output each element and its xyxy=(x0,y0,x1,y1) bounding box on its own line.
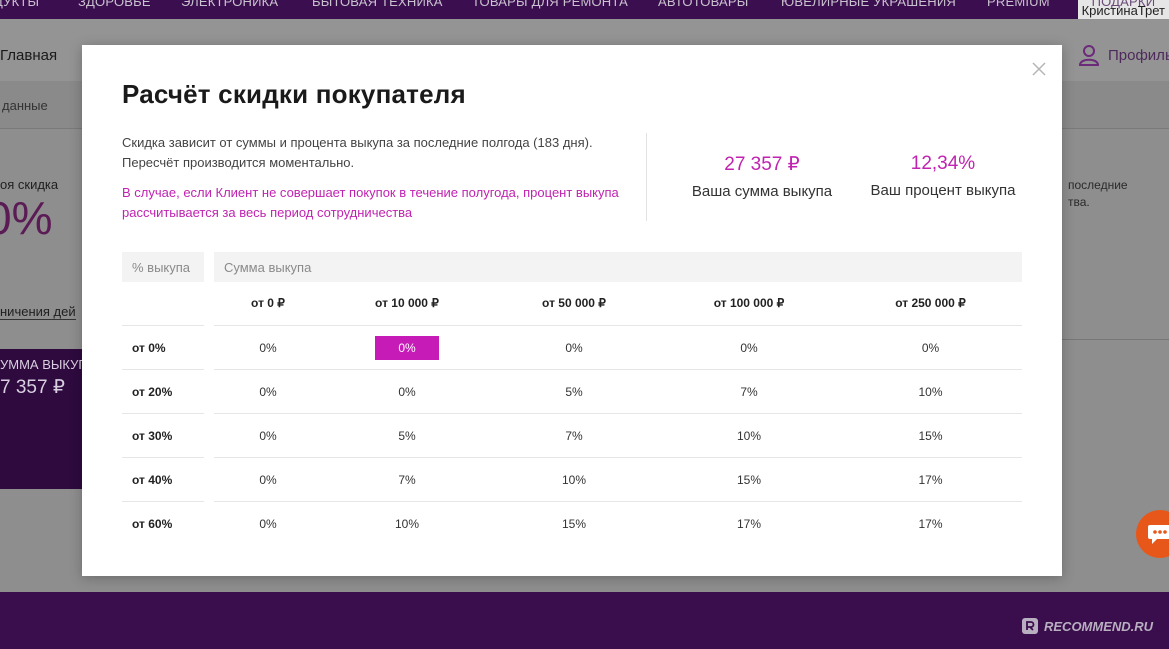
user-name: КристинаТрет xyxy=(1081,3,1165,18)
column-header: от 100 000 ₽ xyxy=(713,296,785,310)
row-divider xyxy=(214,413,1022,414)
row-header: от 20% xyxy=(132,385,173,399)
table-cell: 0% xyxy=(740,341,758,355)
profile-link[interactable]: Профиль xyxy=(1078,44,1169,66)
table-cell: 7% xyxy=(740,385,758,399)
row-divider xyxy=(214,457,1022,458)
table-cell: 0% xyxy=(259,517,277,531)
table-cell: 0% xyxy=(398,385,416,399)
discount-calculation-modal: Расчёт скидки покупателя Скидка зависит … xyxy=(82,45,1062,576)
user-name-tag: ПОДАРКИ КристинаТрет xyxy=(1077,0,1169,19)
close-icon xyxy=(1032,62,1046,76)
modal-description: Скидка зависит от суммы и процента выкуп… xyxy=(122,135,593,170)
table-cell: 0% xyxy=(259,341,277,355)
row-divider xyxy=(122,369,204,370)
table-cell: 10% xyxy=(561,473,587,487)
purchase-sum-value: 7 357 ₽ xyxy=(0,377,65,398)
purchase-percent-value: 12,34% xyxy=(910,153,976,174)
recommend-logo-icon xyxy=(1022,618,1038,634)
nav-category[interactable]: БЫТОВАЯ ТЕХНИКА xyxy=(312,0,443,9)
row-divider xyxy=(214,325,1022,326)
row-divider xyxy=(214,501,1022,502)
nav-category[interactable]: PREMIUM xyxy=(987,0,1050,9)
my-discount-value: 0% xyxy=(0,192,53,244)
column-header: от 0 ₽ xyxy=(251,296,285,310)
nav-category[interactable]: ЮВЕЛИРНЫЕ УКРАШЕНИЯ xyxy=(781,0,956,9)
table-cell: 7% xyxy=(398,473,416,487)
my-discount-label: оя скидка xyxy=(0,177,59,192)
column-header: от 10 000 ₽ xyxy=(375,296,439,310)
right-info-strip: последние тва. xyxy=(1062,159,1169,489)
table-cell: 0% xyxy=(921,341,940,355)
row-header: от 40% xyxy=(132,473,173,487)
row-divider xyxy=(122,325,204,326)
personal-data-link[interactable]: данные xyxy=(2,98,48,113)
table-cell: 15% xyxy=(736,473,762,487)
table-cell: 0% xyxy=(259,429,277,443)
watermark: RECOMMEND.RU xyxy=(1020,616,1153,636)
table-header-sum: Сумма выкупа xyxy=(214,252,1022,282)
row-header: от 0% xyxy=(132,341,166,355)
table-cell-highlighted: 0% xyxy=(375,336,439,360)
chat-icon xyxy=(1148,525,1169,544)
table-cell: 0% xyxy=(259,473,277,487)
user-icon xyxy=(1078,45,1100,66)
nav-category[interactable]: ТОВАРЫ ДЛЯ РЕМОНТА xyxy=(472,0,628,9)
divider xyxy=(1062,339,1169,340)
top-category-nav: ДУКТЫ ЗДОРОВЬЕ ЭЛЕКТРОНИКА БЫТОВАЯ ТЕХНИ… xyxy=(0,0,1169,19)
row-header: от 30% xyxy=(132,429,173,443)
table-cell: 5% xyxy=(565,385,583,399)
modal-title: Расчёт скидки покупателя xyxy=(122,79,466,109)
row-divider xyxy=(122,457,204,458)
column-header: от 250 000 ₽ xyxy=(895,296,966,310)
info-text: последние тва. xyxy=(1068,178,1128,209)
table-cell: 0% xyxy=(565,341,583,355)
table-cell: 17% xyxy=(736,517,762,531)
close-button[interactable] xyxy=(1029,59,1049,79)
row-divider xyxy=(214,369,1022,370)
nav-category[interactable]: ЭЛЕКТРОНИКА xyxy=(181,0,278,9)
purchase-sum-stat: 27 357 ₽ Ваша сумма выкупа xyxy=(682,153,842,200)
table-cell: 10% xyxy=(918,385,943,399)
nav-category[interactable]: ЗДОРОВЬЕ xyxy=(78,0,151,9)
purchase-sum-label: УММА ВЫКУП xyxy=(0,357,82,372)
home-link[interactable]: Главная xyxy=(0,47,57,64)
page-footer xyxy=(0,592,1169,649)
purchase-percent-label: Ваш процент выкупа xyxy=(870,182,1016,199)
nav-category[interactable]: АВТОТОВАРЫ xyxy=(658,0,749,9)
purchase-sum-value: 27 357 ₽ xyxy=(724,154,800,175)
limits-link[interactable]: ничения дей xyxy=(0,304,76,320)
table-cell: 15% xyxy=(561,517,587,531)
table-cell: 17% xyxy=(918,473,943,487)
table-cell: 7% xyxy=(565,429,583,443)
purchase-sum-label: Ваша сумма выкупа xyxy=(691,183,833,200)
column-header: от 50 000 ₽ xyxy=(542,296,606,310)
purchase-sum-card: УММА ВЫКУП 7 357 ₽ xyxy=(0,349,82,489)
table-cell: 17% xyxy=(918,517,943,531)
table-cell: 10% xyxy=(736,429,762,443)
row-divider xyxy=(122,501,204,502)
watermark-text: RECOMMEND.RU xyxy=(1044,618,1154,634)
profile-label: Профиль xyxy=(1108,46,1169,64)
discount-summary-panel: оя скидка 0% ничения дей УММА ВЫКУП 7 35… xyxy=(0,159,82,489)
divider xyxy=(646,133,647,221)
table-cell: 0% xyxy=(259,385,277,399)
purchase-percent-stat: 12,34% Ваш процент выкупа xyxy=(862,153,1024,199)
row-divider xyxy=(122,413,204,414)
nav-category[interactable]: ДУКТЫ xyxy=(0,0,39,9)
table-cell: 15% xyxy=(918,429,943,443)
table-cell: 5% xyxy=(398,429,416,443)
table-cell: 10% xyxy=(394,517,420,531)
row-header: от 60% xyxy=(132,517,173,531)
modal-note: В случае, если Клиент не совершает покуп… xyxy=(122,185,619,220)
table-header-percent: % выкупа xyxy=(122,252,204,282)
